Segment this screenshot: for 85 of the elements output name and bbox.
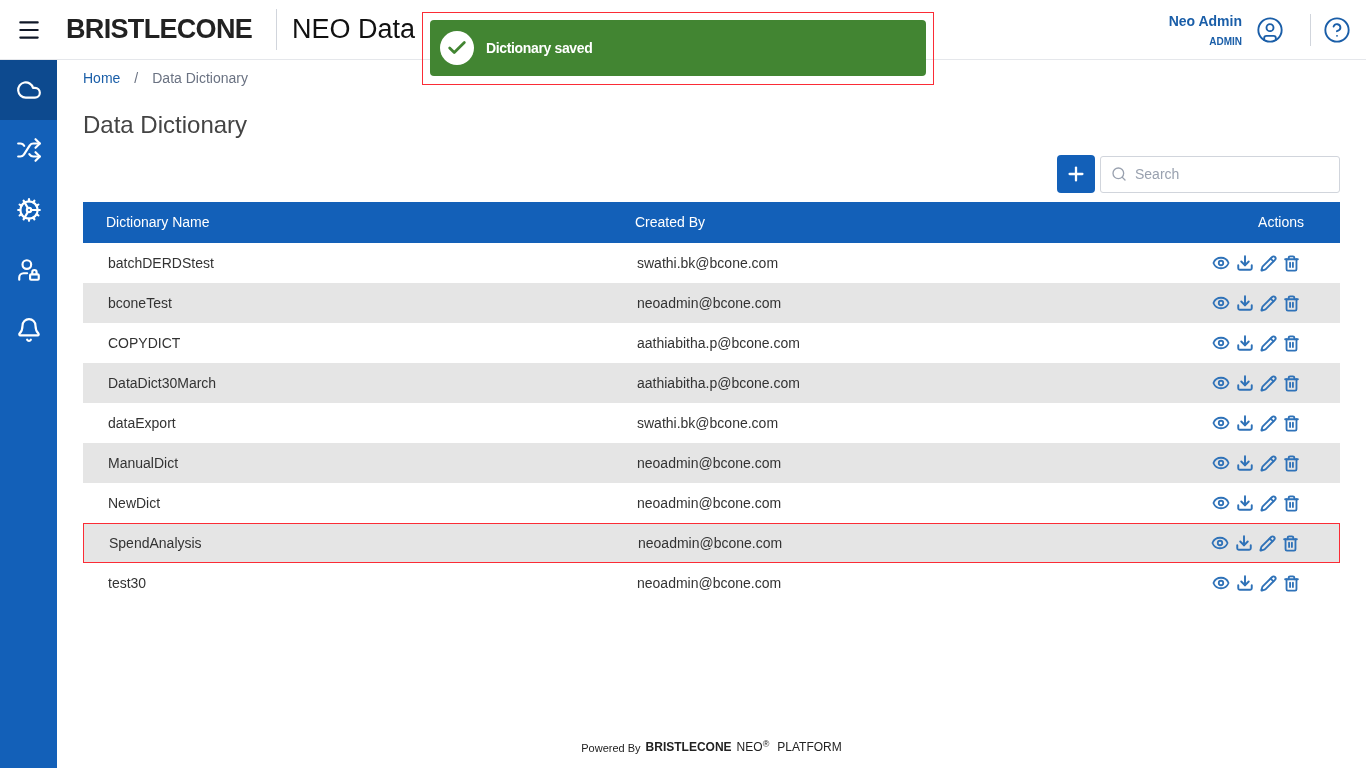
table-cell-text: bconeTest [107, 293, 173, 313]
sidebar-item[interactable] [0, 60, 57, 120]
edit-button[interactable] [1259, 534, 1276, 552]
download-button[interactable] [1236, 254, 1254, 272]
table-row[interactable]: DataDict30March aathiabitha.p@bcone.com [83, 363, 1340, 403]
delete-button[interactable] [1283, 494, 1300, 512]
edit-button[interactable] [1260, 574, 1277, 592]
table-row[interactable]: ManualDict neoadmin@bcone.com [83, 443, 1340, 483]
search-icon [1111, 165, 1127, 182]
table-cell-text: COPYDICT [107, 333, 182, 353]
table-cell-text: NewDict [107, 493, 162, 513]
bell-icon [15, 317, 42, 343]
table-cell-text: DataDict30March [107, 373, 218, 393]
table-cell-text: aathiabitha.p@bcone.com [636, 333, 801, 353]
column-header: Dictionary Name [105, 213, 211, 232]
table-cell-text: ManualDict [107, 453, 180, 473]
toast-message: Dictionary saved [486, 38, 593, 58]
view-button[interactable] [1212, 294, 1230, 312]
edit-button[interactable] [1260, 374, 1277, 392]
view-button[interactable] [1211, 534, 1229, 552]
breadcrumb-current: Data Dictionary [152, 69, 248, 88]
table-cell-text: neoadmin@bcone.com [636, 493, 783, 513]
download-button[interactable] [1235, 534, 1253, 552]
delete-button[interactable] [1283, 374, 1300, 392]
edit-button[interactable] [1260, 334, 1277, 352]
download-button[interactable] [1236, 334, 1254, 352]
column-header: Actions [1258, 213, 1304, 232]
table-cell-text: neoadmin@bcone.com [636, 453, 783, 473]
download-button[interactable] [1236, 414, 1254, 432]
view-button[interactable] [1212, 374, 1230, 392]
user-lock-icon [15, 257, 42, 283]
add-button[interactable] [1057, 155, 1095, 193]
delete-button[interactable] [1283, 294, 1300, 312]
brand-logo: BRISTLECONE [66, 9, 278, 50]
table-cell-text: neoadmin@bcone.com [636, 573, 783, 593]
download-button[interactable] [1236, 294, 1254, 312]
delete-button[interactable] [1282, 534, 1299, 552]
delete-button[interactable] [1283, 334, 1300, 352]
table-cell-text: aathiabitha.p@bcone.com [636, 373, 801, 393]
footer-product: NEO$^{®}$ [736, 738, 770, 756]
delete-button[interactable] [1283, 574, 1300, 592]
download-button[interactable] [1236, 494, 1254, 512]
check-icon [440, 31, 474, 65]
table-cell-text: batchDERDStest [107, 253, 215, 273]
user-name: Neo Admin [1168, 11, 1242, 31]
download-button[interactable] [1236, 374, 1254, 392]
delete-button[interactable] [1283, 414, 1300, 432]
table-row[interactable]: SpendAnalysis neoadmin@bcone.com [83, 523, 1340, 563]
view-button[interactable] [1212, 454, 1230, 472]
table-cell-text: neoadmin@bcone.com [637, 533, 784, 553]
app-title: NEO Data [292, 13, 416, 47]
edit-button[interactable] [1260, 494, 1277, 512]
view-button[interactable] [1212, 334, 1230, 352]
breadcrumb-separator: / [134, 69, 139, 88]
delete-button[interactable] [1283, 254, 1300, 272]
search-field[interactable]: Search [1100, 155, 1340, 193]
view-button[interactable] [1212, 494, 1230, 512]
footer-platform: PLATFORM [777, 739, 842, 756]
shuffle-arrows-icon [15, 137, 42, 163]
table-cell-text: neoadmin@bcone.com [636, 293, 783, 313]
edit-button[interactable] [1260, 254, 1277, 272]
page-title: Data Dictionary [83, 110, 249, 140]
view-button[interactable] [1212, 254, 1230, 272]
table-cell-text: dataExport [107, 413, 177, 433]
footer-brand: BRISTLECONE [645, 739, 732, 756]
download-button[interactable] [1236, 574, 1254, 592]
gear-icon [15, 197, 42, 223]
user-avatar-button[interactable] [1256, 15, 1284, 44]
view-button[interactable] [1212, 414, 1230, 432]
download-button[interactable] [1236, 454, 1254, 472]
help-button[interactable] [1323, 15, 1351, 44]
edit-button[interactable] [1260, 454, 1277, 472]
table-row[interactable]: bconeTest neoadmin@bcone.com [83, 283, 1340, 323]
table-cell-text: swathi.bk@bcone.com [636, 413, 780, 433]
delete-button[interactable] [1283, 454, 1300, 472]
view-button[interactable] [1212, 574, 1230, 592]
breadcrumb-link[interactable]: Home [83, 68, 121, 89]
table-cell-text: swathi.bk@bcone.com [636, 253, 780, 273]
powered-by-text: Powered By [581, 740, 641, 756]
edit-button[interactable] [1260, 294, 1277, 312]
edit-button[interactable] [1260, 414, 1277, 432]
table-cell-text: SpendAnalysis [108, 533, 203, 553]
user-role: ADMIN [1209, 34, 1242, 49]
column-header: Created By [635, 213, 707, 232]
table-cell-text: test30 [107, 573, 148, 593]
